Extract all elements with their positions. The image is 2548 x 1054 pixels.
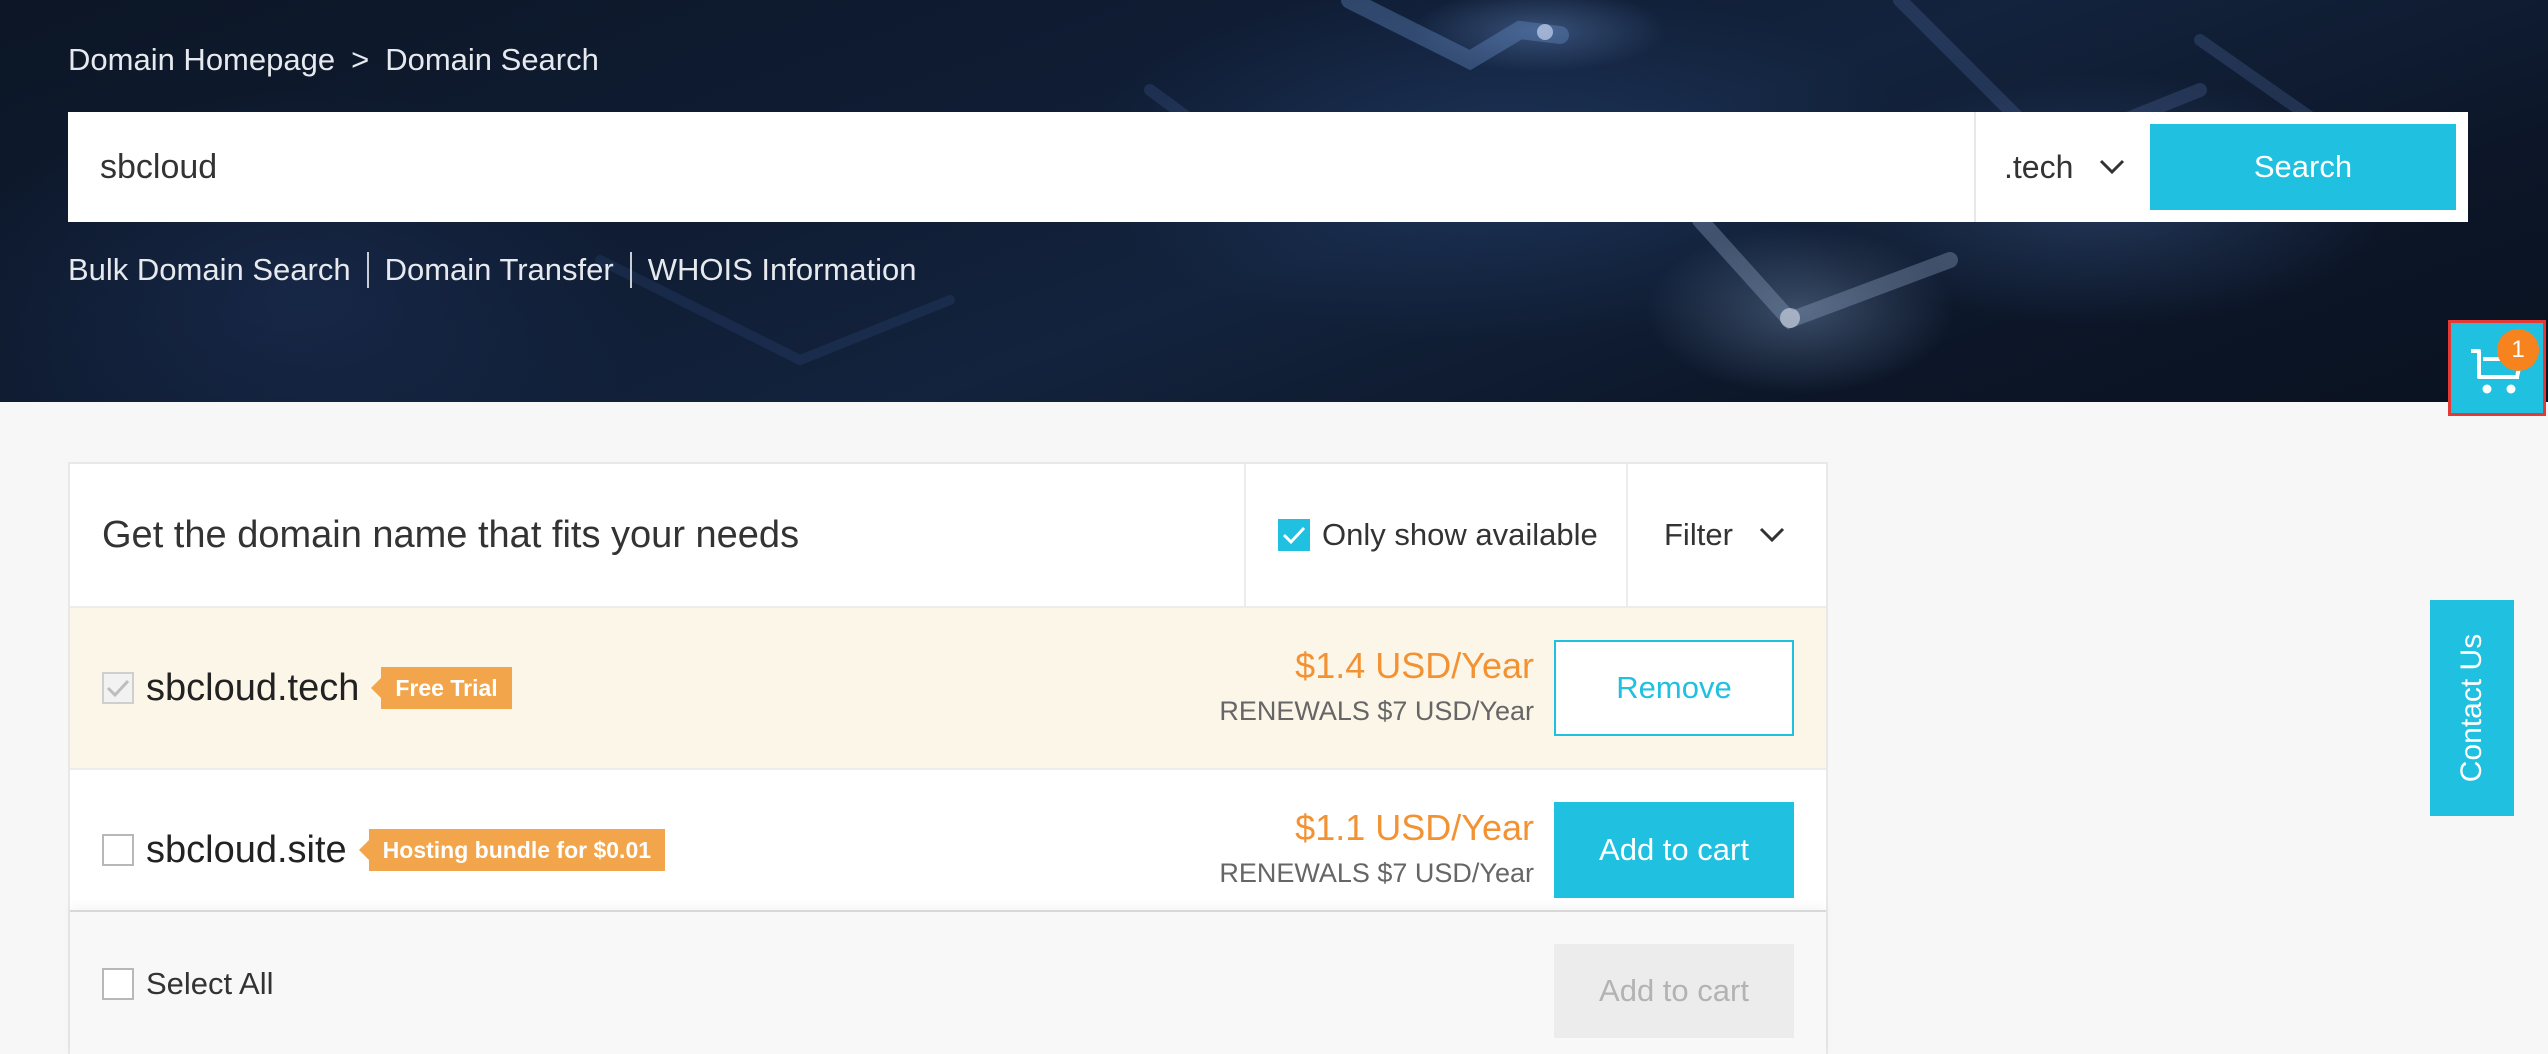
- domain-row: sbcloud.site Hosting bundle for $0.01 $1…: [70, 770, 1826, 932]
- select-all-checkbox[interactable]: [102, 968, 134, 1000]
- domain-results-panel: Get the domain name that fits your needs…: [68, 462, 1828, 1054]
- whois-information-link[interactable]: WHOIS Information: [648, 252, 917, 288]
- chevron-down-icon: [1759, 527, 1784, 543]
- results-title: Get the domain name that fits your needs: [102, 513, 800, 556]
- cart-count-badge: 1: [2497, 329, 2539, 371]
- checkmark-icon: [1282, 526, 1306, 545]
- hero-banner: Domain Homepage > Domain Search .tech Se…: [0, 0, 2548, 402]
- filter-label: Filter: [1664, 517, 1733, 552]
- domain-row-checkbox[interactable]: [102, 672, 134, 704]
- tld-selected-value: .tech: [2004, 148, 2074, 185]
- domain-transfer-link[interactable]: Domain Transfer: [385, 252, 614, 288]
- breadcrumb-home-link[interactable]: Domain Homepage: [68, 42, 335, 78]
- add-to-cart-button[interactable]: Add to cart: [1554, 802, 1794, 898]
- link-divider: [629, 252, 632, 288]
- renewal-price: RENEWALS $7 USD/Year: [1219, 696, 1534, 726]
- promo-tag: Hosting bundle for $0.01: [358, 829, 666, 871]
- cart-button[interactable]: 1: [2448, 320, 2546, 416]
- promo-tag: Free Trial: [371, 667, 512, 709]
- search-button[interactable]: Search: [2150, 124, 2456, 210]
- domain-search-bar: .tech Search: [68, 112, 2468, 222]
- price-block: $1.1 USD/Year RENEWALS $7 USD/Year: [1219, 806, 1534, 889]
- bulk-domain-search-link[interactable]: Bulk Domain Search: [68, 252, 351, 288]
- quick-links: Bulk Domain Search Domain Transfer WHOIS…: [68, 252, 916, 288]
- add-selected-to-cart-button[interactable]: Add to cart: [1554, 944, 1794, 1038]
- contact-us-label: Contact Us: [2455, 633, 2489, 783]
- breadcrumb: Domain Homepage > Domain Search: [68, 42, 599, 78]
- filter-dropdown[interactable]: Filter: [1626, 464, 1826, 606]
- contact-us-button[interactable]: Contact Us: [2430, 600, 2514, 816]
- breadcrumb-current: Domain Search: [385, 42, 599, 77]
- only-available-checkbox[interactable]: [1278, 519, 1310, 551]
- renewal-price: RENEWALS $7 USD/Year: [1219, 858, 1534, 888]
- select-all-toggle[interactable]: Select All: [102, 966, 274, 1002]
- domain-price: $1.1 USD/Year: [1295, 807, 1534, 848]
- only-show-available-toggle[interactable]: Only show available: [1244, 464, 1626, 606]
- domain-price: $1.4 USD/Year: [1295, 645, 1534, 686]
- domain-name: sbcloud.site: [146, 828, 347, 871]
- chevron-down-icon: [2100, 159, 2125, 175]
- selection-footer-bar: Select All Add to cart: [70, 910, 1826, 1054]
- link-divider: [366, 252, 369, 288]
- price-block: $1.4 USD/Year RENEWALS $7 USD/Year: [1219, 644, 1534, 727]
- domain-row: sbcloud.tech Free Trial $1.4 USD/Year RE…: [70, 608, 1826, 770]
- checkmark-icon: [106, 679, 130, 698]
- results-header: Get the domain name that fits your needs…: [70, 464, 1826, 608]
- breadcrumb-separator: >: [351, 42, 370, 77]
- domain-name: sbcloud.tech: [146, 666, 360, 709]
- remove-button[interactable]: Remove: [1554, 640, 1794, 736]
- only-available-label: Only show available: [1322, 517, 1598, 552]
- domain-search-input[interactable]: [68, 112, 1974, 222]
- tld-dropdown[interactable]: .tech: [1974, 112, 2150, 222]
- domain-row-checkbox[interactable]: [102, 834, 134, 866]
- select-all-label: Select All: [146, 966, 274, 1001]
